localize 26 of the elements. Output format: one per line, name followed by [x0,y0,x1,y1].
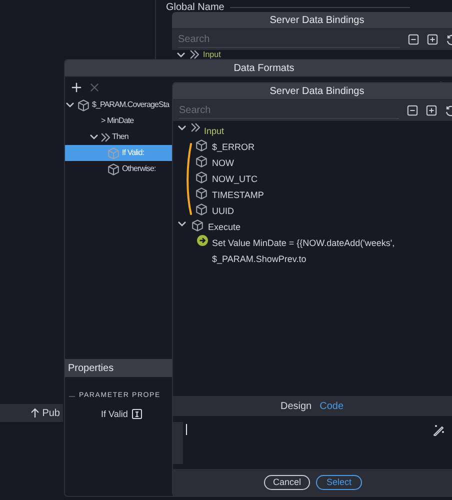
select-button[interactable]: Select [316,475,362,490]
tree-item[interactable]: $_PARAM.CoverageSta [65,97,173,113]
tree-item[interactable]: Execute [173,219,452,235]
tree-item[interactable]: Otherwise: [65,161,173,177]
tree-item[interactable]: Set Value MinDate = {{NOW.dateAdd('weeks', $_PARAM.ShowPrev.to [173,235,443,267]
tree-item[interactable]: NOW_UTC [173,171,452,187]
cancel-button[interactable]: Cancel [264,475,310,490]
search-input[interactable]: Search [178,32,400,46]
panel-title: Properties [68,362,114,376]
publish-button[interactable]: Pub [30,406,63,420]
field-label: If Valid [101,408,128,420]
tree-item[interactable]: $_ERROR [173,139,452,155]
tree-item[interactable]: NOW [173,155,452,171]
window-title: Server Data Bindings [270,84,364,98]
tree-item[interactable]: Input [173,123,452,139]
tree-item[interactable]: Then [65,129,173,145]
tree-item[interactable]: TIMESTAMP [173,187,452,203]
tree-item[interactable]: Input [203,50,221,59]
window-title: Data Formats [234,62,294,76]
search-input[interactable]: Search [179,102,399,118]
tree-item[interactable]: UUID [173,203,452,219]
tab[interactable]: Design [280,398,312,414]
tree-item[interactable]: > MinDate [65,113,173,129]
window-title: Server Data Bindings [270,14,364,28]
tab[interactable]: Code [320,398,344,414]
field-label: Global Name [166,1,224,15]
